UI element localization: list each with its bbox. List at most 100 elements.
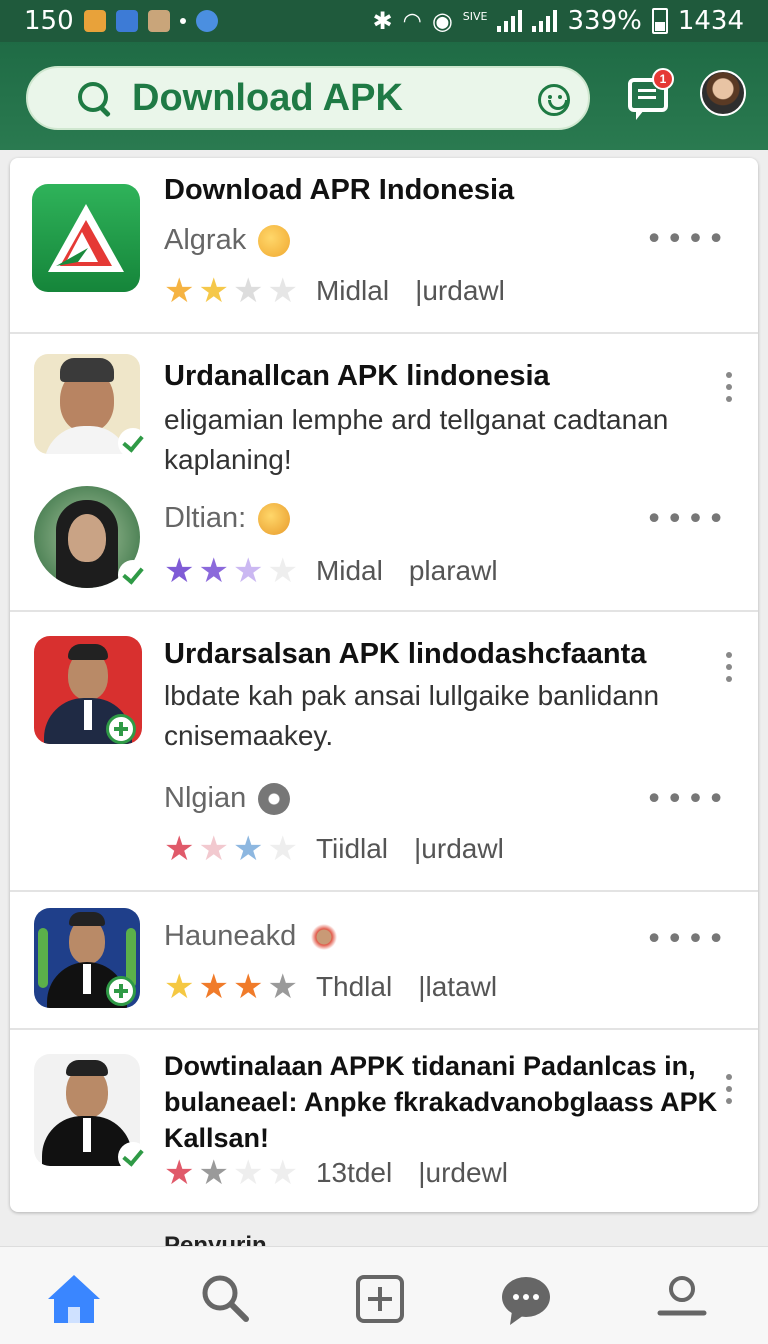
- eye-icon: ◉: [431, 7, 453, 35]
- star-icon: ★: [232, 271, 264, 311]
- star-icon: ★: [267, 967, 298, 1007]
- avatar[interactable]: [700, 70, 746, 116]
- more-options-icon[interactable]: ••••: [645, 782, 728, 817]
- search-icon[interactable]: [196, 1269, 256, 1329]
- star-icon: ★: [164, 551, 195, 591]
- signal-icon: [532, 10, 558, 32]
- star-icon: ★: [232, 967, 264, 1007]
- app-title[interactable]: Dowtinalaan APPK tidanani Padanlcas in, …: [164, 1048, 724, 1156]
- signal-label: SIVE: [462, 10, 488, 23]
- more-options-icon[interactable]: [726, 372, 732, 408]
- star-icon: ★: [198, 967, 229, 1007]
- status-time-right: 1434: [677, 6, 744, 36]
- list-item[interactable]: Urdarsalsan APK lindodashcfaanta lbdate …: [10, 612, 758, 892]
- developer-label: Dltian:: [164, 502, 247, 534]
- signal-icon: [497, 10, 523, 32]
- star-icon: ★: [267, 1153, 298, 1193]
- more-options-icon[interactable]: [726, 1074, 732, 1110]
- app-meta: Thdlal: [315, 971, 393, 1002]
- wifi-icon: ◠: [402, 8, 422, 34]
- star-icon: ★: [267, 271, 298, 311]
- verified-check-icon: [118, 1142, 148, 1172]
- star-icon: ★: [198, 271, 229, 311]
- app-meta: |urdewl: [418, 1157, 508, 1188]
- star-icon: ★: [198, 1153, 229, 1193]
- app-title[interactable]: Urdanallcan APK lindonesia: [164, 360, 550, 393]
- app-header: 1: [0, 42, 768, 150]
- rating: ★ ★ ★ ★ Midlal |urdawl: [164, 274, 505, 308]
- list-item[interactable]: Hauneakd ★ ★ ★ ★ Thdlal |latawl ••••: [10, 892, 758, 1030]
- profile-icon[interactable]: [652, 1269, 712, 1329]
- star-icon: ★: [232, 551, 264, 591]
- notification-icon: [83, 10, 106, 32]
- star-icon: ★: [164, 1153, 195, 1193]
- app-title-row: Hauneakd: [164, 920, 341, 953]
- star-icon: ★: [198, 829, 229, 869]
- developer-name: Algrak: [164, 224, 291, 257]
- app-title[interactable]: Download APR Indonesia: [164, 174, 514, 207]
- add-icon[interactable]: [106, 714, 136, 744]
- rating: ★ ★ ★ ★ Tiidlal |urdawl: [164, 832, 504, 866]
- verified-check-icon: [118, 560, 148, 590]
- app-meta: |urdawl: [415, 275, 505, 306]
- star-icon: ★: [198, 551, 229, 591]
- notification-icon: [147, 10, 170, 32]
- dot-icon: [179, 18, 186, 24]
- list-item[interactable]: Download APR Indonesia Algrak ★ ★ ★ ★ Mi…: [10, 158, 758, 334]
- more-options-icon[interactable]: ••••: [645, 222, 728, 257]
- app-description: lbdate kah pak ansai lullgaike banlidann…: [164, 680, 660, 751]
- next-item-peek: Penyurin: [164, 1232, 267, 1246]
- rating: ★ ★ ★ ★ Midal plarawl: [164, 554, 498, 588]
- developer-label: Algrak: [164, 224, 247, 256]
- app-meta: Midlal: [315, 275, 390, 306]
- app-meta: |urdawl: [414, 833, 504, 864]
- star-icon: ★: [164, 271, 195, 311]
- app-logo-icon: [32, 184, 140, 292]
- search-bar[interactable]: [26, 66, 590, 130]
- status-bar: 150 ✱ ◠ ◉ SIVE 339% 1434: [0, 0, 768, 42]
- list-item[interactable]: Urdanallcan APK lindonesia eligamian lem…: [10, 334, 758, 612]
- app-meta: |latawl: [418, 971, 498, 1002]
- search-icon: [78, 82, 112, 116]
- more-options-icon[interactable]: [726, 652, 732, 688]
- star-icon: ★: [232, 1153, 264, 1193]
- emoji-icon: [258, 224, 291, 257]
- star-icon: ★: [267, 829, 298, 869]
- app-meta: Tiidlal: [315, 833, 389, 864]
- app-meta: Midal: [315, 555, 383, 586]
- home-icon[interactable]: [44, 1269, 104, 1329]
- developer-label: Nlgian: [164, 782, 247, 814]
- app-meta: plarawl: [408, 555, 498, 586]
- app-meta: 13tdel: [315, 1157, 393, 1188]
- app-title[interactable]: Urdarsalsan APK lindodashcfaanta: [164, 638, 646, 671]
- star-icon: ★: [232, 829, 264, 869]
- search-input[interactable]: [132, 76, 532, 120]
- app-list: Download APR Indonesia Algrak ★ ★ ★ ★ Mi…: [10, 158, 758, 1212]
- avatar-icon: [308, 920, 341, 953]
- more-options-icon[interactable]: ••••: [645, 922, 728, 957]
- star-icon: ★: [164, 829, 195, 869]
- bluetooth-icon: ✱: [372, 7, 393, 35]
- rating: ★ ★ ★ ★ 13tdel |urdewl: [164, 1156, 508, 1190]
- developer-name: Nlgian: [164, 782, 291, 815]
- notification-icon: [115, 10, 138, 32]
- status-time-left: 150: [24, 6, 74, 36]
- battery-icon: [651, 8, 668, 34]
- add-icon[interactable]: [106, 976, 136, 1006]
- verified-check-icon: [118, 428, 148, 458]
- star-icon: ★: [164, 967, 195, 1007]
- star-icon: ★: [267, 551, 298, 591]
- app-title[interactable]: Hauneakd: [164, 920, 296, 953]
- list-item[interactable]: Dowtinalaan APPK tidanani Padanlcas in, …: [10, 1030, 758, 1212]
- bottom-nav: [0, 1246, 768, 1344]
- notification-icon: [195, 10, 218, 32]
- rating: ★ ★ ★ ★ Thdlal |latawl: [164, 970, 497, 1004]
- more-options-icon[interactable]: ••••: [645, 502, 728, 537]
- add-post-icon[interactable]: [350, 1269, 410, 1329]
- battery-percent: 339%: [567, 6, 642, 36]
- emoji-icon: [258, 502, 291, 535]
- person-icon: [258, 782, 291, 815]
- message-badge: 1: [652, 68, 674, 90]
- smiley-icon[interactable]: [538, 84, 570, 116]
- chat-icon[interactable]: [496, 1269, 556, 1329]
